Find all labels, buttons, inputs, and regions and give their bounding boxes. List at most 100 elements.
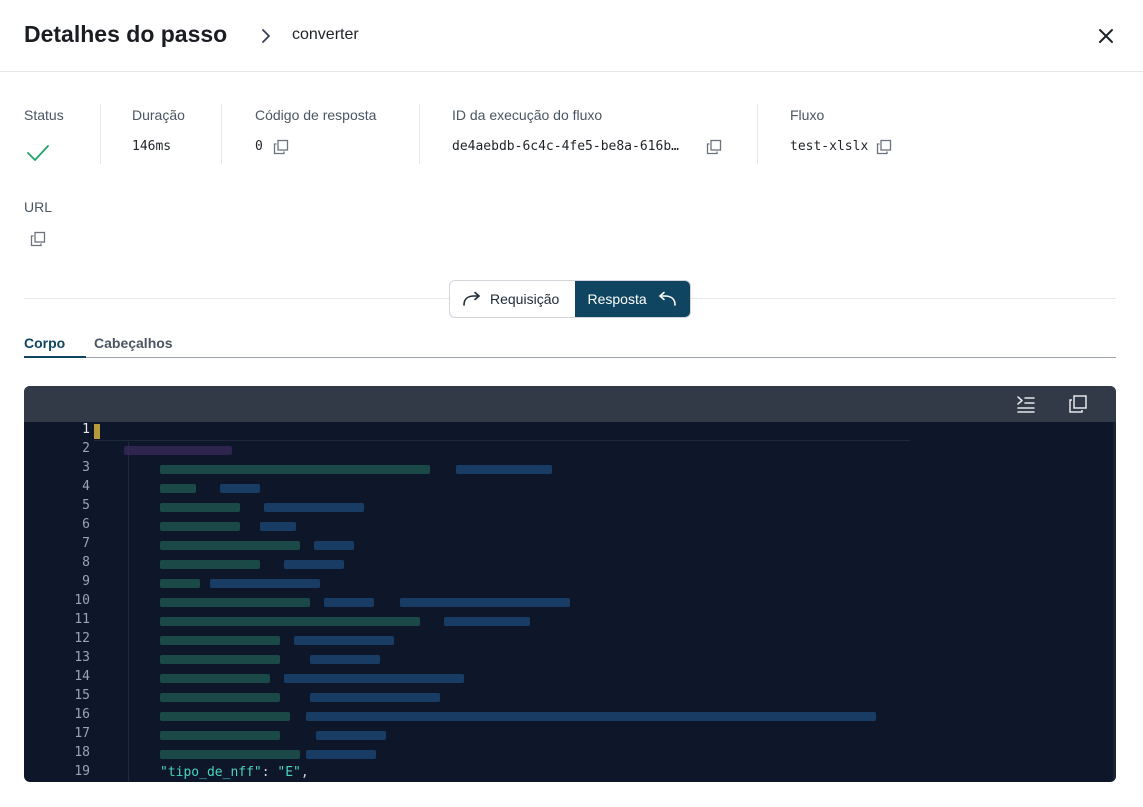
code-line-19: "tipo_de_nff": "E", — [160, 765, 309, 780]
redacted-code-fragment — [160, 636, 280, 645]
redacted-code-fragment — [220, 484, 260, 493]
redacted-code-fragment — [284, 674, 464, 683]
dialog-header: Detalhes do passo converter — [0, 0, 1143, 72]
wrap-lines-icon[interactable] — [1016, 394, 1036, 414]
redacted-code-fragment — [160, 693, 280, 702]
meta-divider — [757, 104, 758, 164]
close-icon[interactable] — [1094, 24, 1118, 48]
redacted-code-fragment — [306, 712, 876, 721]
request-response-toggle: Requisição Resposta — [449, 280, 691, 318]
indent-guide — [128, 442, 129, 782]
execution-id-value: de4aebdb-6c4c-4fe5-be8a-616b… — [452, 139, 679, 154]
dialog-title: Detalhes do passo — [24, 21, 228, 47]
redacted-code-fragment — [400, 598, 570, 607]
redacted-code-fragment — [310, 655, 380, 664]
redacted-code-fragment — [160, 598, 310, 607]
redacted-code-fragment — [456, 465, 552, 474]
flow-value: test-xlslx — [790, 139, 869, 154]
line-number: 17 — [74, 726, 90, 741]
duration-label: Duração — [132, 107, 185, 123]
tab-headers[interactable]: Cabeçalhos — [94, 335, 173, 351]
line-number: 9 — [82, 574, 90, 589]
line-number: 10 — [74, 593, 90, 608]
current-line-highlight — [94, 423, 910, 441]
breadcrumb-step: converter — [292, 26, 359, 43]
copy-icon[interactable] — [30, 231, 46, 247]
redacted-code-fragment — [444, 617, 530, 626]
flow-label: Fluxo — [790, 107, 825, 123]
redacted-code-fragment — [294, 636, 394, 645]
line-number: 1 — [82, 422, 90, 437]
execution-id-label: ID da execução do fluxo — [452, 107, 603, 123]
line-number: 15 — [74, 688, 90, 703]
redacted-code-fragment — [260, 522, 296, 531]
line-number: 5 — [82, 498, 90, 513]
redacted-code-fragment — [160, 541, 300, 550]
redacted-code-fragment — [264, 503, 364, 512]
arrow-undo-icon — [658, 291, 676, 306]
redacted-code-fragment — [160, 750, 300, 759]
redacted-code-fragment — [284, 560, 344, 569]
redacted-code-fragment — [160, 712, 290, 721]
redacted-code-fragment — [310, 693, 440, 702]
json-key: "tipo_de_nff" — [160, 765, 262, 780]
redacted-code-fragment — [160, 617, 420, 626]
url-label: URL — [24, 199, 53, 215]
text-cursor — [94, 424, 100, 439]
line-number: 6 — [82, 517, 90, 532]
code-editor[interactable]: 1 2 3 4 5 6 7 8 9 10 11 12 13 14 15 16 17 18 19 "tipo_de_n… — [24, 386, 1116, 782]
redacted-code-fragment — [160, 674, 270, 683]
line-number: 14 — [74, 669, 90, 684]
line-number: 8 — [82, 555, 90, 570]
response-code-value: 0 — [255, 139, 263, 154]
json-separator: : — [261, 765, 278, 780]
copy-icon[interactable] — [706, 139, 722, 155]
response-toggle-label: Resposta — [587, 291, 647, 307]
line-number: 12 — [74, 631, 90, 646]
redacted-code-fragment — [160, 731, 280, 740]
redacted-code-fragment — [160, 503, 240, 512]
redacted-code-fragment — [314, 541, 354, 550]
status-label: Status — [24, 107, 64, 123]
line-number: 7 — [82, 536, 90, 551]
redacted-code-fragment — [160, 579, 200, 588]
request-toggle-label: Requisição — [490, 291, 560, 307]
redacted-code-fragment — [160, 484, 196, 493]
line-number: 3 — [82, 460, 90, 475]
meta-divider — [221, 104, 222, 164]
redacted-code-fragment — [160, 465, 430, 474]
redacted-code-fragment — [160, 560, 260, 569]
json-value: "E" — [277, 765, 301, 780]
editor-toolbar — [24, 386, 1116, 422]
line-number-gutter: 1 2 3 4 5 6 7 8 9 10 11 12 13 14 15 16 17 18 19 — [24, 422, 90, 782]
copy-icon[interactable] — [273, 139, 289, 155]
chevron-right-icon — [262, 29, 270, 43]
meta-divider — [100, 104, 101, 164]
duration-value: 146ms — [132, 139, 172, 154]
redacted-code-fragment — [124, 446, 232, 455]
redacted-code-fragment — [306, 750, 376, 759]
tab-body[interactable]: Corpo — [24, 335, 65, 351]
redacted-code-fragment — [316, 731, 386, 740]
line-number: 4 — [82, 479, 90, 494]
redacted-code-fragment — [160, 522, 240, 531]
copy-icon[interactable] — [876, 139, 892, 155]
tabs-baseline — [24, 357, 1116, 358]
editor-scrollbar[interactable] — [1113, 422, 1116, 782]
line-number: 2 — [82, 441, 90, 456]
line-number: 18 — [74, 745, 90, 760]
redacted-code-fragment — [324, 598, 374, 607]
line-number: 16 — [74, 707, 90, 722]
request-toggle-button[interactable]: Requisição — [450, 281, 575, 317]
line-number: 13 — [74, 650, 90, 665]
response-toggle-button[interactable]: Resposta — [575, 281, 690, 317]
check-icon — [27, 145, 49, 161]
line-number: 19 — [74, 764, 90, 779]
meta-divider — [419, 104, 420, 164]
copy-icon[interactable] — [1068, 394, 1088, 414]
redacted-code-fragment — [160, 655, 280, 664]
redacted-code-fragment — [210, 579, 320, 588]
active-tab-indicator — [24, 356, 86, 358]
response-code-label: Código de resposta — [255, 107, 377, 123]
json-trail: , — [300, 765, 309, 780]
